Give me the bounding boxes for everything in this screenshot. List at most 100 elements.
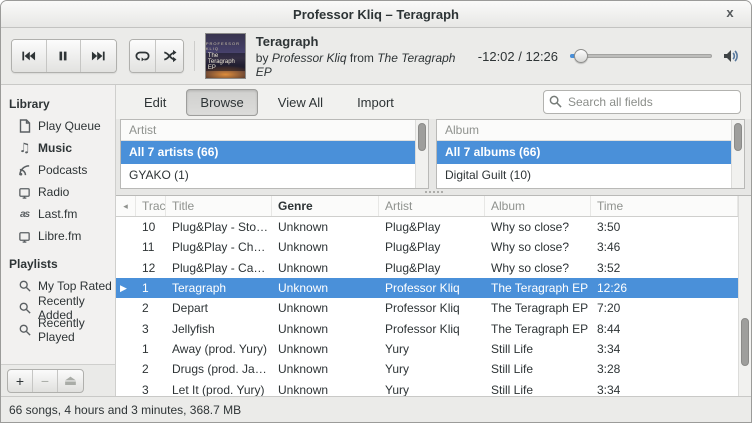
track-row[interactable]: ▶1TeragraphUnknownProfessor KliqThe Tera… bbox=[116, 278, 738, 298]
album-pane-header: Album bbox=[437, 120, 731, 141]
cell-track: 2 bbox=[136, 362, 166, 376]
track-row[interactable]: 3JellyfishUnknownProfessor KliqThe Terag… bbox=[116, 318, 738, 338]
cell-track: 12 bbox=[136, 261, 166, 275]
main-area: Library Play Queue♫MusicPodcastsRadioasL… bbox=[1, 85, 751, 396]
album-art: PROFESSOR KLIQ The Teragraph EP bbox=[205, 33, 246, 79]
column-header-album[interactable]: Album bbox=[485, 196, 591, 216]
cell-genre: Unknown bbox=[272, 220, 379, 234]
seek-slider[interactable] bbox=[570, 49, 712, 63]
seek-track[interactable] bbox=[570, 54, 712, 58]
sidebar-item-libre-fm[interactable]: Libre.fm bbox=[1, 225, 115, 247]
close-button[interactable]: x bbox=[721, 5, 739, 20]
previous-icon bbox=[20, 49, 37, 63]
magnifier-icon bbox=[17, 301, 32, 316]
repeat-button[interactable] bbox=[130, 40, 157, 72]
search-input[interactable] bbox=[543, 90, 741, 114]
browser-row[interactable]: GYAKO (1) bbox=[121, 164, 415, 187]
sidebar-item-podcasts[interactable]: Podcasts bbox=[1, 159, 115, 181]
cell-track: 11 bbox=[136, 240, 166, 254]
cell-artist: Plug&Play bbox=[379, 261, 485, 275]
track-row[interactable]: 2DepartUnknownProfessor KliqThe Teragrap… bbox=[116, 298, 738, 318]
tab-browse[interactable]: Browse bbox=[186, 89, 257, 116]
track-row[interactable]: 3Let It (prod. Yury)UnknownYuryStill Lif… bbox=[116, 379, 738, 396]
tab-edit[interactable]: Edit bbox=[130, 89, 180, 116]
browser-row[interactable]: Digital Guilt (10) bbox=[437, 164, 731, 187]
cell-time: 12:26 bbox=[591, 281, 738, 295]
column-header-artist[interactable]: Artist bbox=[379, 196, 485, 216]
lastfm-icon: as bbox=[17, 207, 32, 222]
cell-track: 3 bbox=[136, 322, 166, 336]
cell-artist: Plug&Play bbox=[379, 240, 485, 254]
column-header-title[interactable]: Title bbox=[166, 196, 272, 216]
shuffle-button[interactable] bbox=[156, 40, 182, 72]
eject-button[interactable]: ⏏ bbox=[58, 370, 83, 392]
previous-button[interactable] bbox=[12, 40, 47, 72]
artist-pane: Artist All 7 artists (66)GYAKO (1) bbox=[120, 119, 429, 189]
track-row[interactable]: 10Plug&Play - Stop meUnknownPlug&PlayWhy… bbox=[116, 217, 738, 237]
shuffle-icon bbox=[162, 49, 177, 63]
column-expander-icon[interactable]: ◂ bbox=[116, 196, 136, 216]
browser-row[interactable]: All 7 albums (66) bbox=[437, 141, 731, 164]
cell-album: Why so close? bbox=[485, 261, 591, 275]
tab-view-all[interactable]: View All bbox=[264, 89, 337, 116]
pause-button[interactable] bbox=[47, 40, 82, 72]
track-row[interactable]: 12Plug&Play - Captain we...UnknownPlug&P… bbox=[116, 258, 738, 278]
cell-title: Plug&Play - Stop me bbox=[166, 220, 272, 234]
sidebar-item-recently-played[interactable]: Recently Played bbox=[1, 319, 115, 341]
album-scrollbar[interactable] bbox=[731, 120, 744, 188]
sidebar-item-last-fm[interactable]: asLast.fm bbox=[1, 203, 115, 225]
view-toolbar: EditBrowse View AllImport bbox=[116, 85, 751, 119]
cell-album: The Teragraph EP bbox=[485, 301, 591, 315]
artist-pane-header: Artist bbox=[121, 120, 415, 141]
cell-album: Still Life bbox=[485, 342, 591, 356]
cell-genre: Unknown bbox=[272, 301, 379, 315]
cell-artist: Yury bbox=[379, 342, 485, 356]
sidebar-item-play-queue[interactable]: Play Queue bbox=[1, 115, 115, 137]
track-list-header: ◂TracTitleGenreArtistAlbumTime bbox=[116, 196, 738, 217]
cell-time: 8:44 bbox=[591, 322, 738, 336]
sidebar: Library Play Queue♫MusicPodcastsRadioasL… bbox=[1, 85, 116, 396]
column-header-genre[interactable]: Genre bbox=[272, 196, 379, 216]
track-list: ◂TracTitleGenreArtistAlbumTime 10Plug&Pl… bbox=[116, 195, 751, 396]
cell-album: The Teragraph EP bbox=[485, 322, 591, 336]
sidebar-item-label: Recently Played bbox=[38, 316, 115, 344]
artist-scrollbar[interactable] bbox=[415, 120, 428, 188]
remove-playlist-button[interactable]: − bbox=[33, 370, 58, 392]
track-row[interactable]: 1Away (prod. Yury)UnknownYuryStill Life3… bbox=[116, 339, 738, 359]
cell-track: 3 bbox=[136, 383, 166, 396]
now-playing-indicator-icon: ▶ bbox=[116, 283, 136, 294]
track-list-scrollbar[interactable] bbox=[738, 196, 751, 396]
sidebar-item-music[interactable]: ♫Music bbox=[1, 137, 115, 159]
column-header-trac[interactable]: Trac bbox=[136, 196, 166, 216]
cell-time: 3:52 bbox=[591, 261, 738, 275]
next-button[interactable] bbox=[81, 40, 115, 72]
document-icon bbox=[17, 119, 32, 134]
cell-title: Jellyfish bbox=[166, 322, 272, 336]
cell-title: Plug&Play - Charming e... bbox=[166, 240, 272, 254]
seek-handle[interactable] bbox=[574, 49, 588, 63]
tab-import[interactable]: Import bbox=[343, 89, 408, 116]
column-header-time[interactable]: Time bbox=[591, 196, 738, 216]
track-row[interactable]: 11Plug&Play - Charming e...UnknownPlug&P… bbox=[116, 237, 738, 257]
cell-album: Why so close? bbox=[485, 220, 591, 234]
time-display: -12:02 / 12:26 bbox=[466, 49, 570, 64]
app-window: Professor Kliq – Teragraph x bbox=[0, 0, 752, 423]
statusbar: 66 songs, 4 hours and 3 minutes, 368.7 M… bbox=[1, 396, 751, 422]
cell-track: 1 bbox=[136, 342, 166, 356]
volume-button[interactable] bbox=[722, 48, 741, 64]
titlebar[interactable]: Professor Kliq – Teragraph x bbox=[1, 1, 751, 28]
add-playlist-button[interactable]: + bbox=[8, 370, 33, 392]
playlist-actions-bar: + − ⏏ bbox=[1, 364, 115, 396]
statusbar-text: 66 songs, 4 hours and 3 minutes, 368.7 M… bbox=[9, 403, 241, 417]
album-pane: Album All 7 albums (66)Digital Guilt (10… bbox=[436, 119, 745, 189]
sidebar-item-radio[interactable]: Radio bbox=[1, 181, 115, 203]
cell-album: Still Life bbox=[485, 362, 591, 376]
cell-track: 1 bbox=[136, 281, 166, 295]
track-row[interactable]: 2Drugs (prod. Jay Card)UnknownYuryStill … bbox=[116, 359, 738, 379]
browser-row[interactable]: All 7 artists (66) bbox=[121, 141, 415, 164]
album-art-title-text: The Teragraph EP bbox=[206, 53, 245, 71]
sidebar-item-label: Music bbox=[38, 141, 72, 155]
cell-genre: Unknown bbox=[272, 240, 379, 254]
cell-track: 10 bbox=[136, 220, 166, 234]
next-icon bbox=[90, 49, 107, 63]
